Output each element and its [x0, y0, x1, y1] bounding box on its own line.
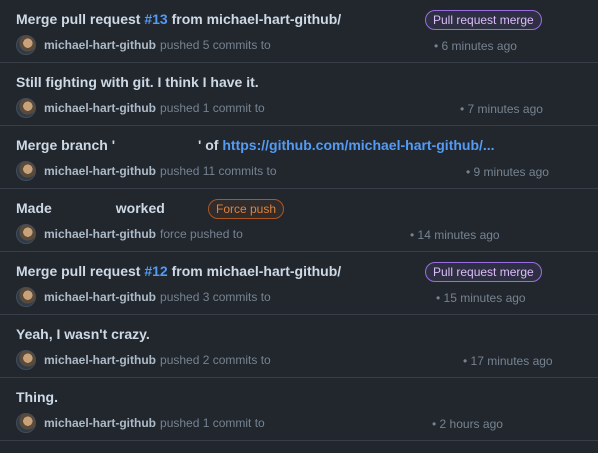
- timestamp[interactable]: • 15 minutes ago: [436, 291, 526, 305]
- avatar[interactable]: [16, 287, 36, 307]
- action-text: pushed 11 commits to: [160, 164, 277, 178]
- pull-request-merge-label: Pull request merge: [425, 262, 542, 282]
- timestamp[interactable]: • 9 minutes ago: [466, 165, 549, 179]
- pull-request-merge-label: Pull request merge: [425, 10, 542, 30]
- activity-item: Merge pull request #13 from michael-hart…: [0, 0, 598, 63]
- pull-request-link[interactable]: #12: [144, 263, 167, 279]
- activity-list: Merge pull request #13 from michael-hart…: [0, 0, 598, 441]
- action-text: pushed 5 commits to: [160, 38, 271, 52]
- timestamp[interactable]: • 14 minutes ago: [410, 228, 500, 242]
- action-text: pushed 1 commit to: [160, 416, 265, 430]
- force-push-label: Force push: [208, 199, 285, 219]
- commit-title[interactable]: Yeah, I wasn't crazy.: [16, 326, 150, 342]
- commit-title[interactable]: Merge pull request #13 from michael-hart…: [16, 11, 341, 27]
- user-link[interactable]: michael-hart-github: [44, 416, 156, 430]
- avatar[interactable]: [16, 35, 36, 55]
- commit-title[interactable]: Made worked: [16, 200, 165, 216]
- avatar[interactable]: [16, 413, 36, 433]
- user-link[interactable]: michael-hart-github: [44, 164, 156, 178]
- user-link[interactable]: michael-hart-github: [44, 101, 156, 115]
- action-text: force pushed to: [160, 227, 243, 241]
- user-link[interactable]: michael-hart-github: [44, 290, 156, 304]
- timestamp[interactable]: • 2 hours ago: [432, 417, 503, 431]
- repository-link[interactable]: https://github.com/michael-hart-github/.…: [222, 137, 494, 153]
- action-text: pushed 2 commits to: [160, 353, 271, 367]
- activity-meta: michael-hart-github pushed 5 commits to: [16, 35, 271, 55]
- user-link[interactable]: michael-hart-github: [44, 227, 156, 241]
- activity-item: Yeah, I wasn't crazy. michael-hart-githu…: [0, 315, 598, 378]
- pull-request-link[interactable]: #13: [144, 11, 167, 27]
- avatar[interactable]: [16, 98, 36, 118]
- avatar[interactable]: [16, 350, 36, 370]
- commit-title[interactable]: Merge branch ' ' of https://github.com/m…: [16, 137, 495, 153]
- activity-item: Thing. michael-hart-github pushed 1 comm…: [0, 378, 598, 441]
- activity-item: Merge pull request #12 from michael-hart…: [0, 252, 598, 315]
- timestamp[interactable]: • 6 minutes ago: [434, 39, 517, 53]
- activity-meta: michael-hart-github pushed 3 commits to: [16, 287, 271, 307]
- avatar[interactable]: [16, 161, 36, 181]
- timestamp[interactable]: • 7 minutes ago: [460, 102, 543, 116]
- activity-item: Made worked Force push michael-hart-gith…: [0, 189, 598, 252]
- action-text: pushed 3 commits to: [160, 290, 271, 304]
- user-link[interactable]: michael-hart-github: [44, 353, 156, 367]
- activity-meta: michael-hart-github pushed 2 commits to: [16, 350, 271, 370]
- avatar[interactable]: [16, 224, 36, 244]
- activity-meta: michael-hart-github force pushed to: [16, 224, 243, 244]
- commit-title[interactable]: Still fighting with git. I think I have …: [16, 74, 259, 90]
- activity-meta: michael-hart-github pushed 11 commits to: [16, 161, 277, 181]
- activity-item: Merge branch ' ' of https://github.com/m…: [0, 126, 598, 189]
- timestamp[interactable]: • 17 minutes ago: [463, 354, 553, 368]
- activity-meta: michael-hart-github pushed 1 commit to: [16, 98, 265, 118]
- activity-item: Still fighting with git. I think I have …: [0, 63, 598, 126]
- user-link[interactable]: michael-hart-github: [44, 38, 156, 52]
- action-text: pushed 1 commit to: [160, 101, 265, 115]
- commit-title[interactable]: Merge pull request #12 from michael-hart…: [16, 263, 341, 279]
- activity-meta: michael-hart-github pushed 1 commit to: [16, 413, 265, 433]
- commit-title[interactable]: Thing.: [16, 389, 58, 405]
